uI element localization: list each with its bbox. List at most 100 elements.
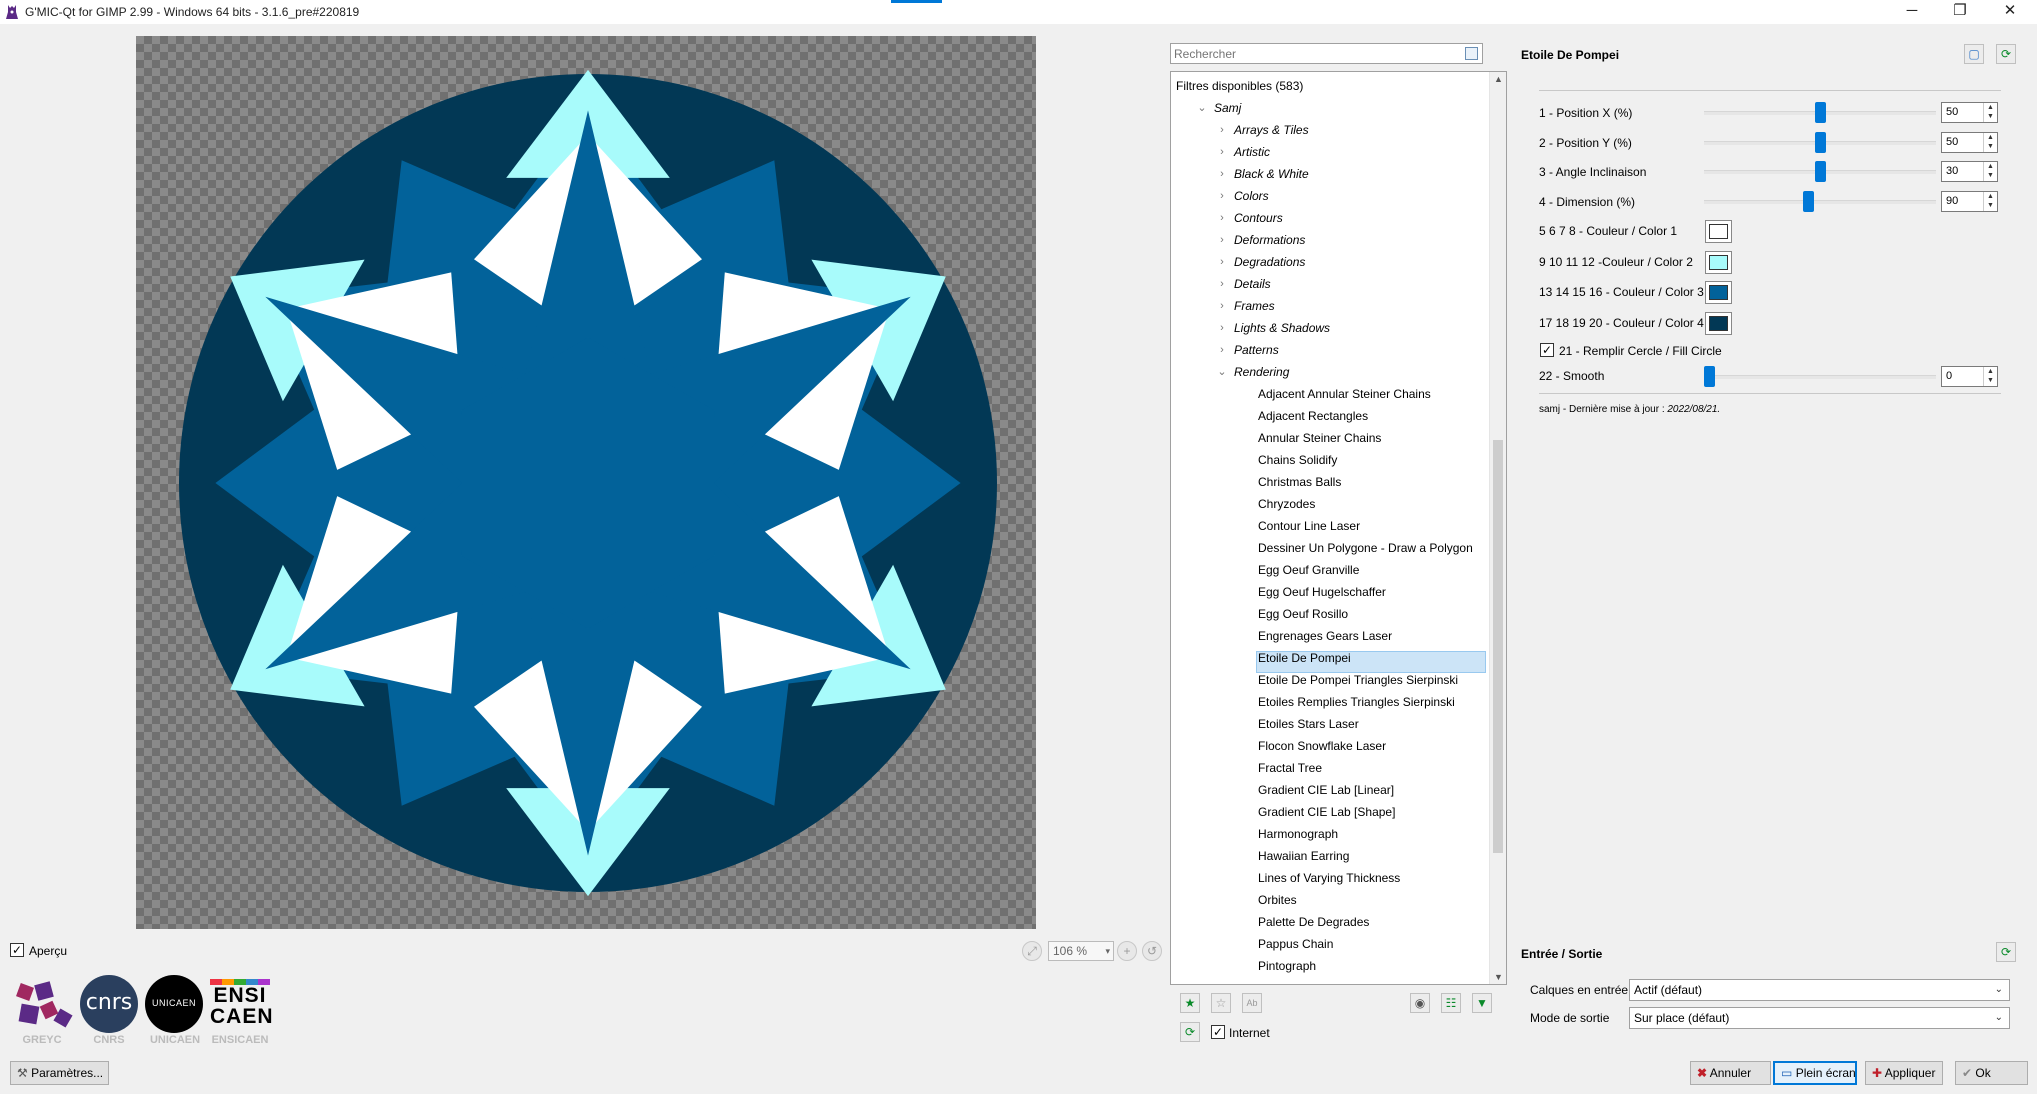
maximize-button[interactable]: ❐: [1937, 0, 1983, 24]
spin-arrows-icon[interactable]: ▲ ▼: [1983, 367, 1997, 386]
scrollbar-thumb[interactable]: [1493, 440, 1503, 853]
minimize-button[interactable]: ─: [1889, 0, 1935, 24]
smooth-spinbox[interactable]: 0 ▲ ▼: [1941, 366, 1998, 387]
spin-arrows-icon[interactable]: ▲ ▼: [1983, 162, 1997, 181]
zoom-reset-icon[interactable]: ↺: [1142, 941, 1162, 961]
filter-list-item[interactable]: Lines of Varying Thickness: [1258, 867, 1400, 889]
smooth-slider-handle[interactable]: [1704, 366, 1715, 387]
color-swatch-button[interactable]: [1705, 311, 1732, 335]
settings-button[interactable]: ⚒ Paramètres...: [10, 1061, 109, 1085]
ok-button[interactable]: ✔ Ok: [1955, 1061, 2028, 1085]
ok-icon: ✔: [1962, 1066, 1973, 1080]
slider-spinbox[interactable]: 90 ▲ ▼: [1941, 190, 1998, 212]
filter-list-item[interactable]: Pintograph: [1258, 955, 1316, 977]
search-icon[interactable]: [1465, 47, 1478, 60]
filter-list-item[interactable]: Chryzodes: [1258, 493, 1315, 515]
ensicaen-text-2: CAEN: [210, 1005, 274, 1028]
scroll-up-icon[interactable]: ▲: [1494, 74, 1503, 84]
filter-list-item[interactable]: Etoile De Pompei Triangles Sierpinski: [1258, 669, 1458, 691]
preview-canvas[interactable]: [136, 36, 1036, 929]
slider-handle[interactable]: [1815, 131, 1826, 153]
output-mode-value: Sur place (défaut): [1634, 1011, 1730, 1025]
filter-list-item[interactable]: Contour Line Laser: [1258, 515, 1360, 537]
filter-list-item[interactable]: Adjacent Annular Steiner Chains: [1258, 383, 1431, 405]
chevron-right-icon: ›: [1220, 146, 1224, 158]
filter-list-item[interactable]: Flocon Snowflake Laser: [1258, 735, 1386, 757]
filter-list-item[interactable]: Etoiles Remplies Triangles Sierpinski: [1258, 691, 1455, 713]
io-title: Entrée / Sortie: [1521, 947, 1603, 961]
slider-handle[interactable]: [1815, 102, 1826, 123]
internet-checkbox[interactable]: ✓: [1211, 1025, 1225, 1039]
fullscreen-label: Plein écran: [1795, 1066, 1856, 1080]
spin-arrows-icon[interactable]: ▲ ▼: [1983, 103, 1997, 122]
filter-list-item[interactable]: Hawaiian Earring: [1258, 845, 1349, 867]
slider-track[interactable]: [1704, 199, 1936, 204]
slider-spinbox[interactable]: 50 ▲ ▼: [1941, 131, 1998, 153]
filter-list-item[interactable]: Egg Oeuf Granville: [1258, 559, 1359, 581]
filter-list-item[interactable]: Gradient CIE Lab [Linear]: [1258, 779, 1394, 801]
filter-list-item[interactable]: Egg Oeuf Rosillo: [1258, 603, 1348, 625]
filter-list-item[interactable]: Egg Oeuf Hugelschaffer: [1258, 581, 1386, 603]
slider-spinbox[interactable]: 30 ▲ ▼: [1941, 161, 1998, 182]
tree-scrollbar[interactable]: ▲ ▼: [1489, 72, 1506, 984]
color-swatch-fill: [1709, 315, 1728, 331]
filter-tree[interactable]: Filtres disponibles (583) ⌄ Samj › Arrays…: [1170, 71, 1507, 985]
fullscreen-icon: ▭: [1781, 1066, 1793, 1080]
search-input[interactable]: [1171, 44, 1456, 63]
rosette-preview-image: [179, 69, 997, 897]
filter-list-item[interactable]: Palette De Degrades: [1258, 911, 1369, 933]
input-layers-label: Calques en entrée: [1530, 983, 1629, 997]
expand-all-icon[interactable]: ☷: [1441, 993, 1461, 1013]
filter-list-item[interactable]: Fractal Tree: [1258, 757, 1322, 779]
filter-search-field[interactable]: [1170, 43, 1483, 64]
chevron-right-icon: ›: [1220, 256, 1224, 268]
preview-checkbox[interactable]: ✓: [10, 943, 24, 957]
remove-favorite-icon[interactable]: ☆: [1211, 993, 1231, 1013]
slider-spinbox[interactable]: 50 ▲ ▼: [1941, 102, 1998, 123]
apply-button[interactable]: ✚ Appliquer: [1865, 1061, 1943, 1085]
output-mode-select[interactable]: Sur place (défaut) ⌄: [1629, 1007, 2010, 1029]
filter-list-item[interactable]: Pappus Chain: [1258, 933, 1333, 955]
cnrs-logo: cnrs: [80, 975, 138, 1033]
smooth-slider-track[interactable]: [1704, 375, 1936, 379]
io-reset-icon[interactable]: ⟳: [1996, 942, 2016, 962]
filter-list-item[interactable]: Engrenages Gears Laser: [1258, 625, 1392, 647]
tree-category-label: Patterns: [1234, 343, 1279, 357]
reset-params-icon[interactable]: ⟳: [1996, 44, 2016, 64]
close-button[interactable]: ✕: [1987, 0, 2033, 24]
rename-favorite-icon[interactable]: Ab: [1242, 993, 1262, 1013]
color-swatch-button[interactable]: [1705, 250, 1732, 274]
filter-list-item[interactable]: Etoiles Stars Laser: [1258, 713, 1359, 735]
filter-list-item[interactable]: Etoile De Pompei: [1258, 647, 1351, 669]
filter-list-item[interactable]: Annular Steiner Chains: [1258, 427, 1381, 449]
filter-list-item[interactable]: Chains Solidify: [1258, 449, 1337, 471]
ensicaen-caption: ENSICAEN: [211, 1034, 269, 1046]
filter-list-item[interactable]: Adjacent Rectangles: [1258, 405, 1368, 427]
filter-list-item[interactable]: Harmonograph: [1258, 823, 1338, 845]
filter-list-item[interactable]: Christmas Balls: [1258, 471, 1341, 493]
add-favorite-icon[interactable]: ★: [1180, 993, 1200, 1013]
input-layers-select[interactable]: Actif (défaut) ⌄: [1629, 979, 2010, 1001]
refresh-filters-icon[interactable]: ⟳: [1180, 1022, 1200, 1042]
color-swatch-button[interactable]: [1705, 281, 1732, 304]
slider-value: 30: [1946, 165, 1959, 177]
slider-handle[interactable]: [1803, 190, 1815, 212]
color-swatch-button[interactable]: [1705, 220, 1732, 243]
filter-list-item[interactable]: Dessiner Un Polygone - Draw a Polygon: [1258, 537, 1473, 559]
zoom-in-icon[interactable]: +: [1117, 941, 1137, 961]
note-prefix: samj - Dernière mise à jour :: [1539, 404, 1668, 415]
fill-circle-checkbox[interactable]: ✓: [1540, 343, 1554, 357]
fullscreen-button[interactable]: ▭ Plein écran: [1773, 1061, 1857, 1085]
filter-list-item[interactable]: Gradient CIE Lab [Shape]: [1258, 801, 1395, 823]
zoom-combo[interactable]: 106 % ▾: [1048, 941, 1114, 961]
zoom-fit-icon[interactable]: ⤢: [1022, 941, 1042, 961]
layout-icon[interactable]: ▢: [1964, 44, 1984, 64]
cancel-button[interactable]: ✖ Annuler: [1690, 1061, 1771, 1085]
scroll-down-icon[interactable]: ▼: [1494, 972, 1503, 982]
collapse-all-icon[interactable]: ▼: [1472, 993, 1492, 1013]
spin-arrows-icon[interactable]: ▲ ▼: [1983, 191, 1997, 211]
slider-handle[interactable]: [1815, 161, 1826, 182]
visibility-icon[interactable]: ◉: [1410, 993, 1430, 1013]
filter-list-item[interactable]: Orbites: [1258, 889, 1297, 911]
spin-arrows-icon[interactable]: ▲ ▼: [1983, 132, 1997, 152]
